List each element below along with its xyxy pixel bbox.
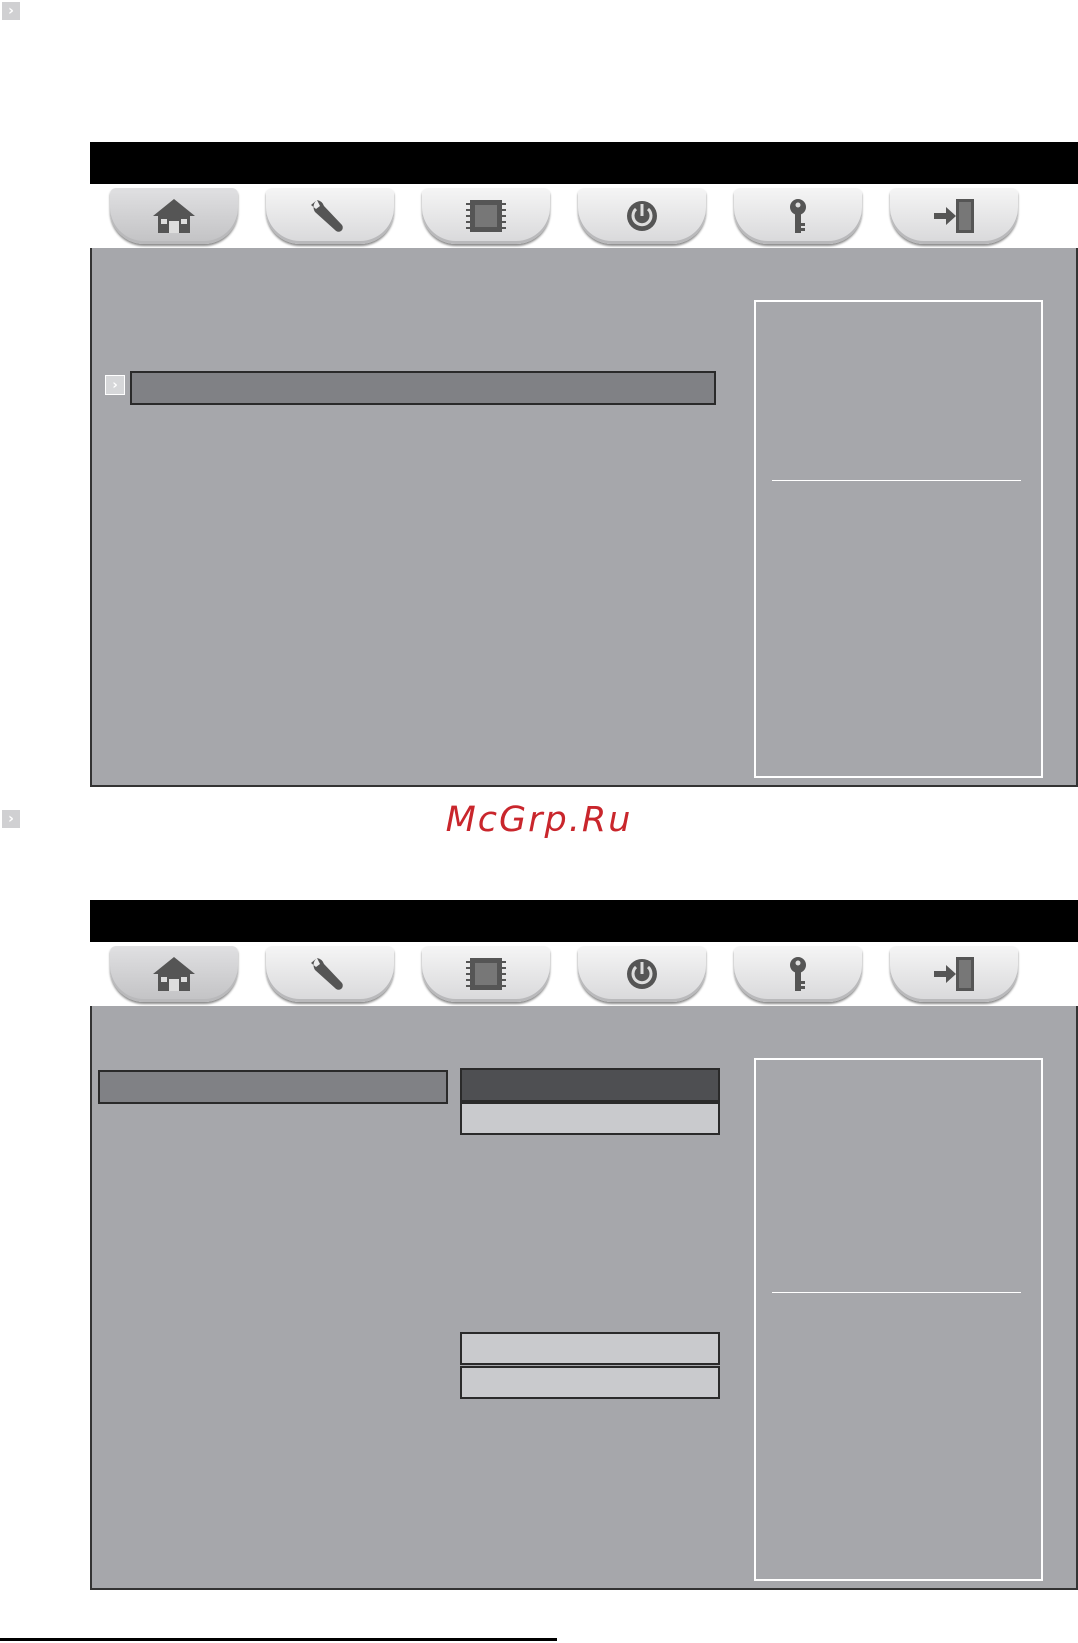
exit-door-icon	[934, 957, 974, 991]
bios-screen-2	[90, 900, 1078, 1590]
tab-chipset[interactable]	[422, 188, 550, 244]
tab-advanced[interactable]	[266, 188, 394, 244]
exit-door-icon	[934, 199, 974, 233]
tab-security[interactable]	[734, 188, 862, 244]
tab-security[interactable]	[734, 946, 862, 1002]
tab-exit[interactable]	[890, 188, 1018, 244]
help-divider	[772, 1292, 1021, 1293]
bios-screen-1: ›	[90, 142, 1078, 787]
bios-tab-bar	[90, 184, 1078, 248]
wrench-icon	[311, 200, 343, 232]
help-divider	[772, 480, 1021, 481]
bios-title-bar	[90, 142, 1078, 184]
home-icon	[153, 199, 195, 233]
power-icon	[627, 201, 657, 231]
option-popup-item[interactable]	[460, 1366, 720, 1399]
option-popup-title	[460, 1068, 720, 1102]
power-icon	[627, 959, 657, 989]
tab-chipset[interactable]	[422, 946, 550, 1002]
watermark-text: McGrp.Ru	[445, 800, 633, 840]
help-panel	[754, 300, 1043, 778]
bios-tab-bar	[90, 942, 1078, 1006]
footer-rule	[0, 1638, 557, 1641]
bullet-glyph: ›	[8, 3, 14, 19]
tab-main[interactable]	[110, 188, 238, 244]
key-icon	[790, 957, 806, 991]
option-popup-item[interactable]	[460, 1102, 720, 1135]
menu-item-selected[interactable]	[98, 1070, 448, 1104]
chip-icon	[466, 200, 506, 232]
tab-main[interactable]	[110, 946, 238, 1002]
help-panel	[754, 1058, 1043, 1581]
tab-power[interactable]	[578, 188, 706, 244]
key-icon	[790, 199, 806, 233]
bios-title-bar	[90, 900, 1078, 942]
home-icon	[153, 957, 195, 991]
tab-advanced[interactable]	[266, 946, 394, 1002]
tab-power[interactable]	[578, 946, 706, 1002]
tab-exit[interactable]	[890, 946, 1018, 1002]
wrench-icon	[311, 958, 343, 990]
option-popup-item[interactable]	[460, 1332, 720, 1365]
section-bullet-icon: ›	[2, 2, 20, 20]
selected-item-arrow-icon: ›	[105, 375, 125, 395]
arrow-glyph: ›	[112, 377, 118, 393]
menu-item-selected[interactable]	[130, 371, 716, 405]
chip-icon	[466, 958, 506, 990]
